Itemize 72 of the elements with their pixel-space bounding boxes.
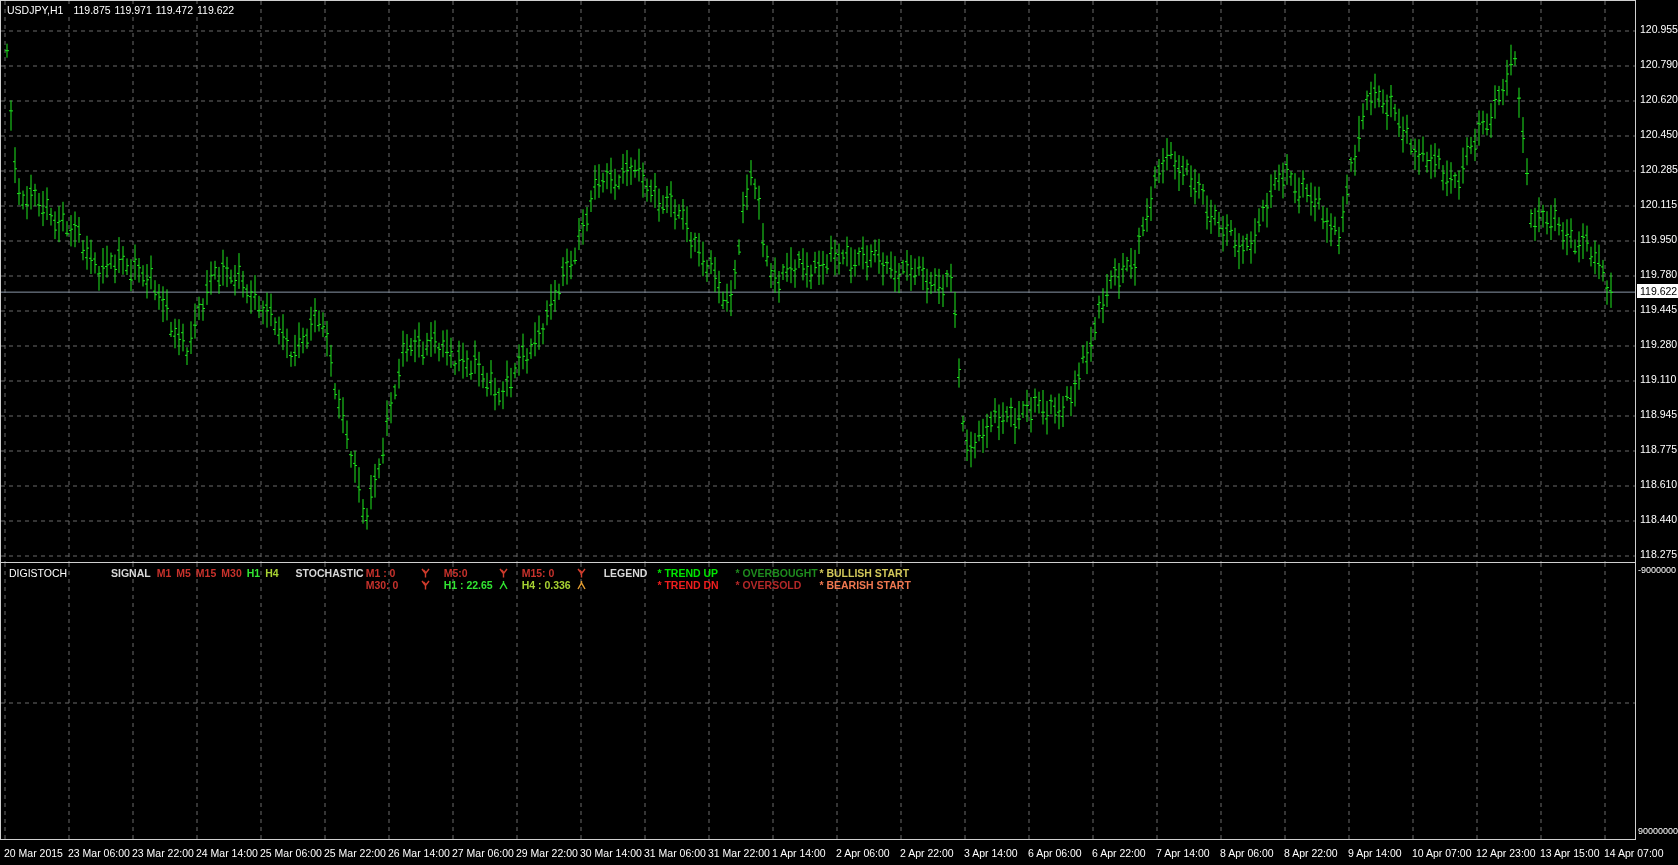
- price-label: 119.950: [1640, 233, 1678, 245]
- stochastic-reading: H1 : 22.65: [443, 579, 493, 591]
- ohlc-value: 119.622: [197, 4, 235, 16]
- price-label: 120.790: [1640, 58, 1678, 70]
- time-label: 2 Apr 06:00: [836, 847, 891, 861]
- price-label: 120.450: [1640, 128, 1678, 140]
- time-label: 25 Mar 22:00: [324, 847, 387, 861]
- time-label: 23 Mar 06:00: [68, 847, 131, 861]
- time-label: 30 Mar 14:00: [580, 847, 643, 861]
- price-label: 118.275: [1640, 548, 1678, 560]
- time-label: 8 Apr 06:00: [1220, 847, 1275, 861]
- time-label: 12 Apr 23:00: [1476, 847, 1537, 861]
- signal-timeframe: M15: [195, 567, 217, 579]
- stochastic-reading: M5:0: [443, 567, 468, 579]
- legend-item: * BEARISH START: [819, 579, 912, 591]
- price-label: 118.945: [1640, 408, 1678, 420]
- time-label: 31 Mar 06:00: [644, 847, 707, 861]
- stochastic-reading: M1 : 0: [365, 567, 396, 579]
- time-label: 9 Apr 14:00: [1348, 847, 1403, 861]
- price-label: 120.620: [1640, 93, 1678, 105]
- symbol-title: USDJPY,H1: [7, 4, 64, 16]
- ohlc-value: 119.472: [155, 4, 193, 16]
- price-label: 118.610: [1640, 478, 1678, 490]
- time-label: 31 Mar 22:00: [708, 847, 771, 861]
- signal-timeframe: H1: [246, 567, 261, 579]
- time-label: 29 Mar 22:00: [516, 847, 579, 861]
- time-label: 24 Mar 14:00: [196, 847, 259, 861]
- time-label: 2 Apr 22:00: [900, 847, 955, 861]
- stochastic-reading: H4 : 0.336: [521, 579, 571, 591]
- time-label: 3 Apr 14:00: [964, 847, 1019, 861]
- price-label: 120.115: [1640, 198, 1678, 210]
- legend-item: * TREND UP: [657, 567, 720, 579]
- price-label: 119.780: [1640, 268, 1678, 280]
- price-label: 120.955: [1640, 23, 1678, 35]
- legend-item: * BULLISH START: [819, 567, 911, 579]
- stochastic-reading: M30: 0: [365, 579, 399, 591]
- price-label: 118.440: [1640, 513, 1678, 525]
- time-label: 8 Apr 22:00: [1284, 847, 1339, 861]
- time-label: 6 Apr 22:00: [1092, 847, 1147, 861]
- legend-item: * OVERSOLD: [735, 579, 803, 591]
- stochastic-label: STOCHASTIC: [295, 567, 364, 579]
- price-label: 120.285: [1640, 163, 1678, 175]
- time-label: 13 Apr 15:00: [1540, 847, 1601, 861]
- scale-label: -9000000: [1638, 565, 1678, 575]
- ohlc-value: 119.875: [73, 4, 111, 16]
- current-price-tag: 119.622: [1637, 284, 1678, 299]
- signal-label: SIGNAL: [111, 567, 151, 579]
- time-label: 1 Apr 14:00: [772, 847, 827, 861]
- price-label: 119.110: [1640, 373, 1677, 385]
- signal-timeframe: M5: [176, 567, 191, 579]
- signal-timeframe: M30: [221, 567, 242, 579]
- indicator-name: DIGISTOCH: [9, 567, 69, 579]
- time-label: 26 Mar 14:00: [388, 847, 451, 861]
- signal-timeframe: H4: [265, 567, 279, 579]
- price-label: 118.775: [1640, 443, 1678, 455]
- scale-label: 90000000: [1638, 826, 1678, 836]
- legend-label: LEGEND: [603, 567, 648, 579]
- signal-timeframe: M1: [156, 567, 172, 579]
- time-label: 14 Apr 07:00: [1604, 847, 1665, 861]
- time-label: 25 Mar 06:00: [260, 847, 323, 861]
- legend-item: * OVERBOUGHT: [735, 567, 819, 579]
- time-label: 23 Mar 22:00: [132, 847, 195, 861]
- stochastic-reading: M15: 0: [521, 567, 555, 579]
- ohlc-value: 119.971: [114, 4, 152, 16]
- legend-item: * TREND DN: [657, 579, 720, 591]
- price-label: 119.445: [1640, 303, 1678, 315]
- price-label: 119.280: [1640, 338, 1678, 350]
- time-label: 7 Apr 14:00: [1156, 847, 1211, 861]
- time-label: 10 Apr 07:00: [1412, 847, 1473, 861]
- time-label: 27 Mar 06:00: [452, 847, 515, 861]
- time-label: 20 Mar 2015: [4, 847, 64, 861]
- time-label: 6 Apr 06:00: [1028, 847, 1083, 861]
